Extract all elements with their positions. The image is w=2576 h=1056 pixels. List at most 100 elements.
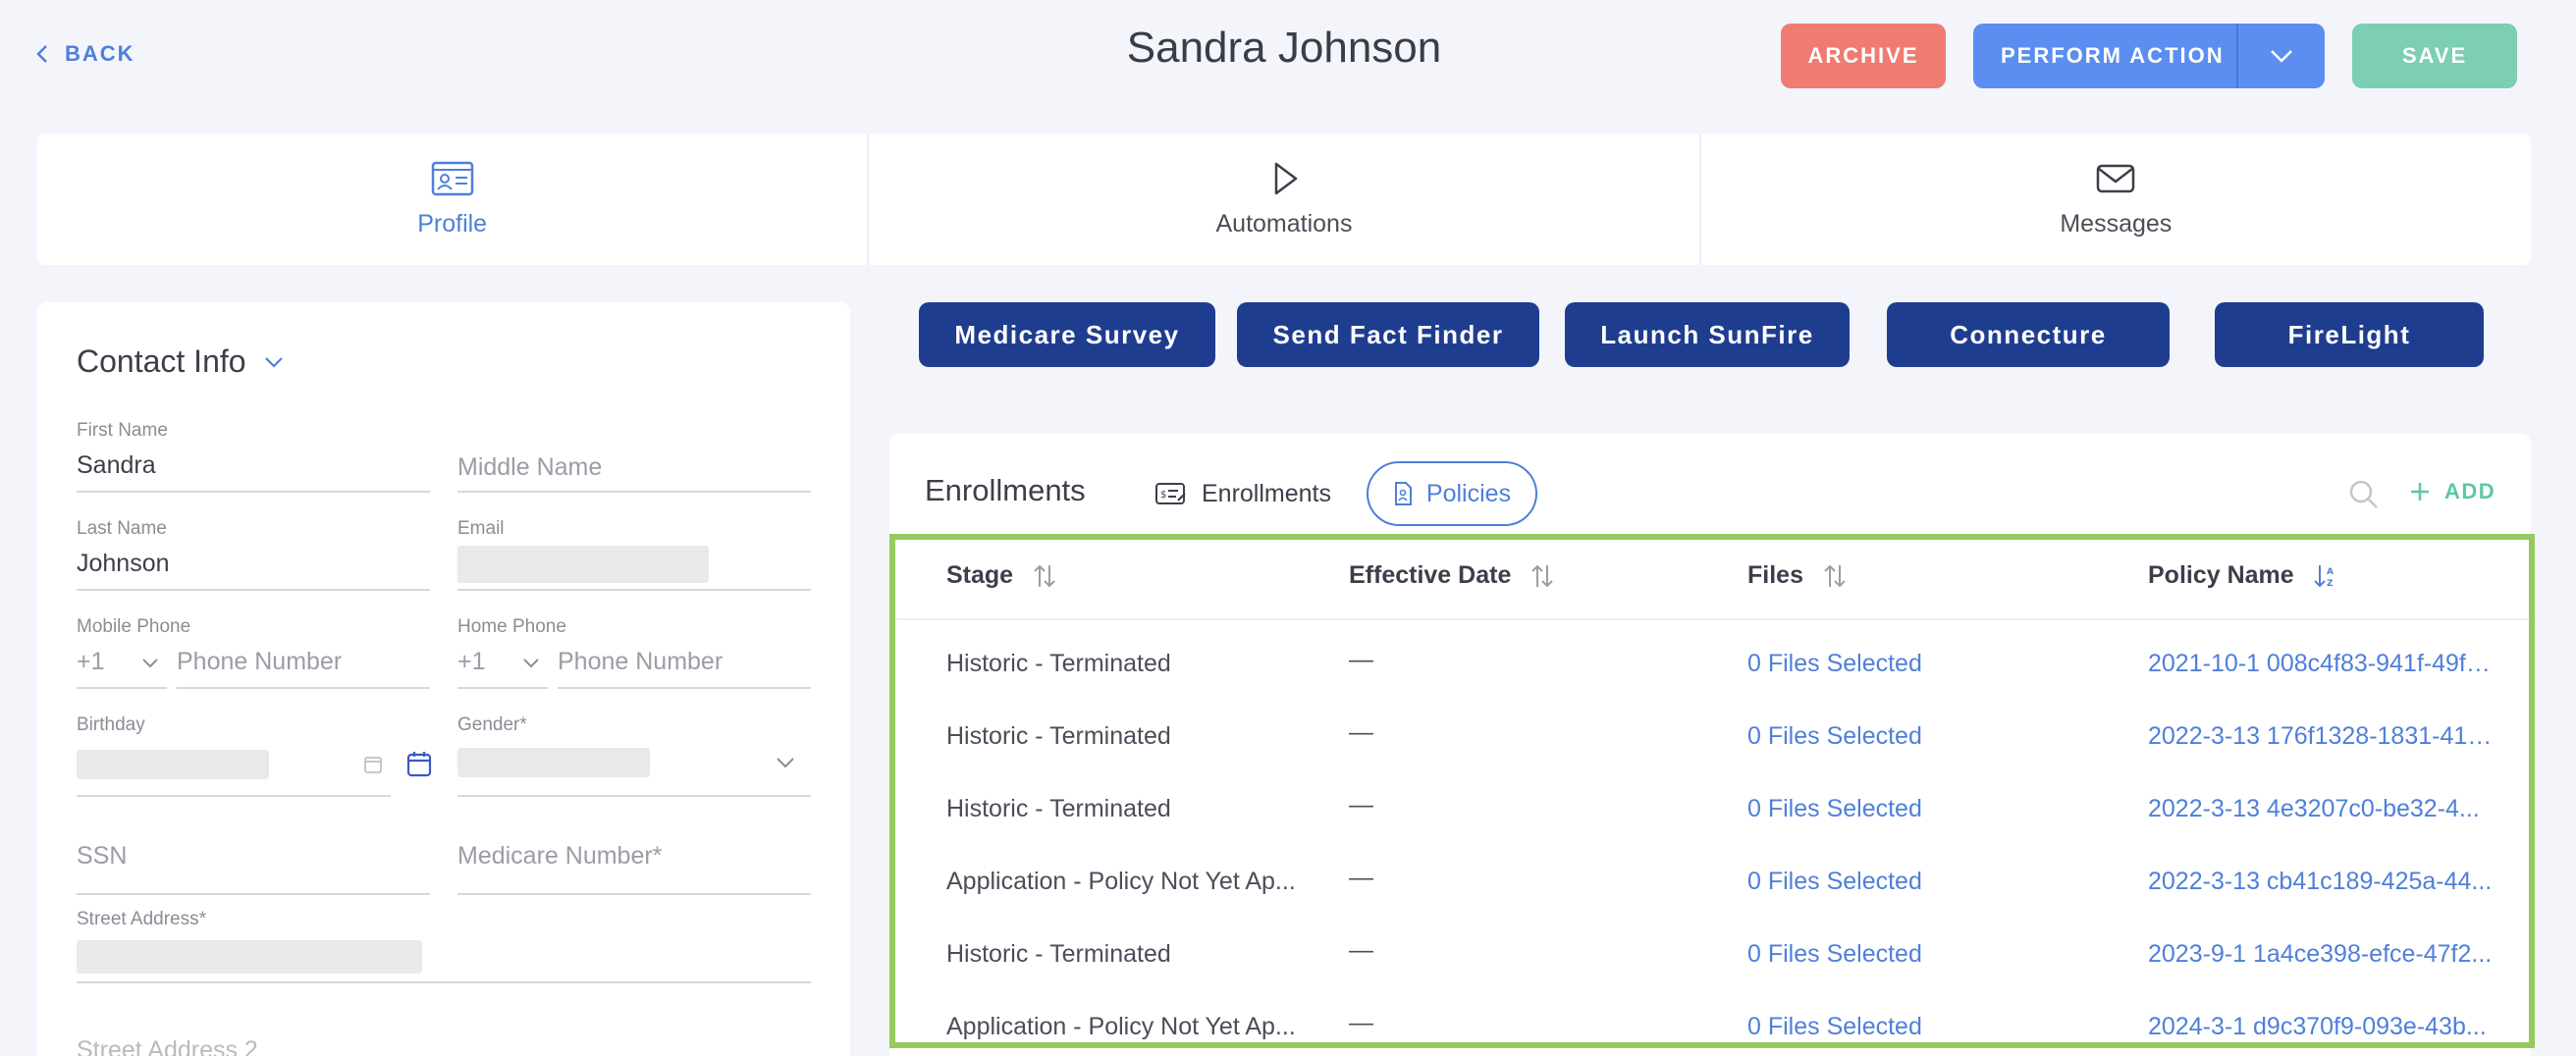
mobile-phone-field: Mobile Phone +1 Phone Number [77,616,430,689]
field-underline [77,687,167,689]
mobile-phone-label: Mobile Phone [77,616,191,637]
chevron-down-icon [523,659,539,668]
stage-cell: Application - Policy Not Yet Ap... [946,868,1296,895]
email-label: Email [457,518,505,539]
tab-enrollments[interactable]: $ Enrollments [1154,461,1331,526]
stage-cell: Application - Policy Not Yet Ap... [946,1013,1296,1040]
svg-text:$: $ [1160,490,1166,501]
tab-automations-label: Automations [1215,209,1353,238]
field-underline [558,687,811,689]
last-name-value: Johnson [77,550,170,577]
medicare-survey-button[interactable]: Medicare Survey [919,302,1215,367]
redacted-birthday [77,750,269,779]
launch-sunfire-button[interactable]: Launch SunFire [1565,302,1850,367]
calendar-picker-button[interactable] [406,750,432,782]
mobile-phone-input[interactable]: Phone Number [177,648,430,689]
email-field[interactable]: Email [457,518,811,591]
mobile-country-code-select[interactable]: +1 [77,648,167,689]
column-header-effective-date[interactable]: Effective Date [1349,561,1554,590]
firelight-button[interactable]: FireLight [2215,302,2484,367]
gender-label: Gender* [457,714,527,735]
tab-profile[interactable]: Profile [37,133,867,265]
birthday-field[interactable]: Birthday [77,714,391,797]
stage-cell: Historic - Terminated [946,722,1171,750]
sort-icon [1824,564,1846,587]
save-button[interactable]: SAVE [2352,24,2517,88]
policy-document-icon [1394,482,1412,505]
send-fact-finder-button[interactable]: Send Fact Finder [1237,302,1539,367]
tab-automations[interactable]: Automations [867,133,1698,265]
files-link[interactable]: 0 Files Selected [1747,795,1922,823]
sort-icon [1531,564,1554,587]
home-phone-input[interactable]: Phone Number [558,648,811,689]
files-link[interactable]: 0 Files Selected [1747,868,1922,896]
enrollment-card-icon: $ [1155,483,1186,504]
field-underline [77,893,430,895]
country-code-value: +1 [77,648,105,675]
ssn-placeholder: SSN [77,842,128,870]
column-policy-name-label: Policy Name [2148,561,2294,589]
svg-text:A: A [2327,567,2334,577]
play-icon [1274,162,1298,194]
middle-name-field[interactable]: Middle Name [457,420,811,493]
column-header-policy-name[interactable]: Policy Name AZ [2148,561,2337,590]
table-row: Historic - Terminated — 0 Files Selected… [895,921,2529,993]
add-policy-button[interactable]: ADD [2409,479,2496,504]
column-files-label: Files [1747,561,1803,589]
home-country-code-select[interactable]: +1 [457,648,548,689]
files-link[interactable]: 0 Files Selected [1747,940,1922,969]
field-underline [457,589,811,591]
chevron-down-icon [264,356,283,368]
field-underline [457,491,811,493]
back-button[interactable]: BACK [35,41,135,67]
policy-name-link[interactable]: 2021-10-1 008c4f83-941f-49fa... [2148,650,2499,678]
policy-name-link[interactable]: 2023-9-1 1a4ce398-efce-47f2... [2148,940,2499,969]
chevron-left-icon [36,45,47,63]
back-label: BACK [65,41,135,66]
column-header-files[interactable]: Files [1747,561,1847,590]
ssn-field[interactable]: SSN [77,842,430,895]
perform-action-dropdown[interactable] [2238,24,2325,88]
street-address-2-field[interactable]: Street Address 2 [77,1036,811,1056]
first-name-field[interactable]: First Name Sandra [77,420,430,493]
tab-messages[interactable]: Messages [1698,133,2531,265]
middle-name-placeholder: Middle Name [457,453,603,481]
tab-enrollments-label: Enrollments [1202,479,1331,507]
field-underline [77,795,391,797]
chevron-down-icon [2271,50,2292,63]
search-icon[interactable] [2348,479,2380,510]
archive-button[interactable]: ARCHIVE [1781,24,1946,88]
policy-name-link[interactable]: 2022-3-13 cb41c189-425a-44... [2148,868,2499,896]
effective-date-cell: — [1349,1009,1373,1036]
field-underline [77,589,430,591]
redacted-email [457,546,709,583]
files-link[interactable]: 0 Files Selected [1747,1013,1922,1041]
field-underline [457,795,811,797]
perform-action-button[interactable]: PERFORM ACTION [1973,24,2325,88]
country-code-value: +1 [457,648,486,675]
first-name-value: Sandra [77,451,156,479]
connecture-button[interactable]: Connecture [1887,302,2170,367]
add-label: ADD [2444,479,2496,503]
policy-name-link[interactable]: 2022-3-13 4e3207c0-be32-4... [2148,795,2499,823]
policy-name-link[interactable]: 2022-3-13 176f1328-1831-41e2... [2148,722,2499,751]
table-row: Historic - Terminated — 0 Files Selected… [895,775,2529,848]
enrollments-title: Enrollments [925,473,1086,507]
column-header-stage[interactable]: Stage [946,561,1056,590]
gender-select[interactable]: Gender* [457,714,811,797]
main-tabs: Profile Automations Messages [37,133,2531,265]
last-name-field[interactable]: Last Name Johnson [77,518,430,591]
medicare-number-field[interactable]: Medicare Number* [457,842,811,895]
contact-info-toggle[interactable]: Contact Info [77,343,284,380]
files-link[interactable]: 0 Files Selected [1747,722,1922,751]
tab-policies[interactable]: Policies [1367,461,1537,526]
effective-date-cell: — [1349,646,1373,673]
policy-name-link[interactable]: 2024-3-1 d9c370f9-093e-43b... [2148,1013,2499,1041]
svg-text:Z: Z [2327,579,2334,589]
sort-az-icon: AZ [2313,564,2334,589]
effective-date-cell: — [1349,718,1373,746]
files-link[interactable]: 0 Files Selected [1747,650,1922,678]
perform-action-label: PERFORM ACTION [2001,43,2225,68]
tab-policies-label: Policies [1425,479,1512,507]
street-address-field[interactable]: Street Address* [77,909,811,983]
